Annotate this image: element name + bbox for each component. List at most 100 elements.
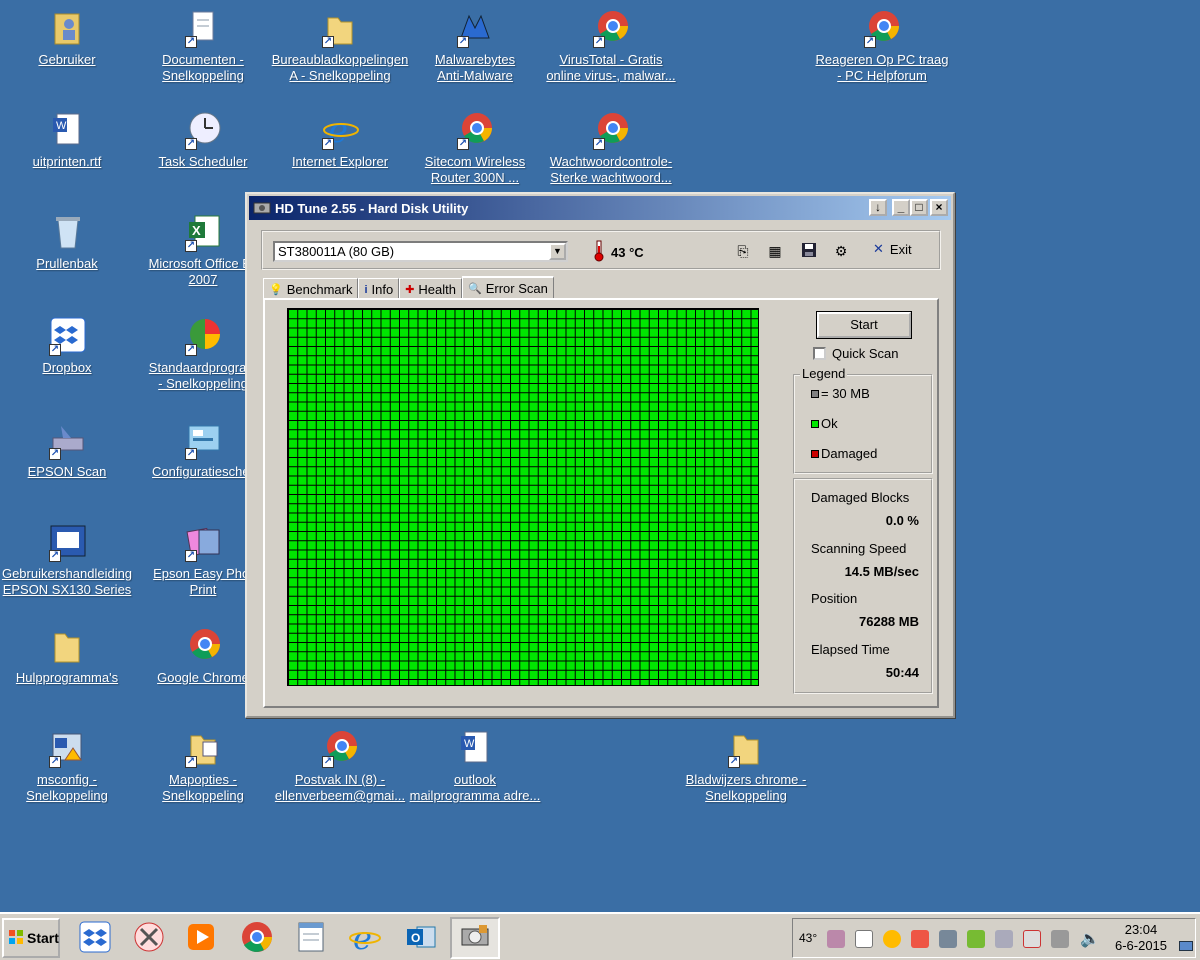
desktop-icon-mapopties[interactable]: ↗ Mapopties - Snelkoppeling [133, 728, 273, 804]
tray-nvidia-icon[interactable] [967, 930, 985, 948]
checkbox-box[interactable] [813, 347, 826, 360]
taskbar-snipping-tool[interactable] [124, 917, 174, 959]
legend-block-size: = 30 MB [811, 386, 870, 401]
dropbox-icon: ↗ [47, 316, 87, 356]
damaged-swatch [811, 449, 819, 458]
desktop-icon-task-scheduler[interactable]: ↗ Task Scheduler [133, 110, 273, 170]
desktop-icon-dropbox[interactable]: ↗ Dropbox [0, 316, 137, 376]
error-scan-panel: Start Quick Scan Legend = 30 MB Ok Damag… [263, 298, 939, 708]
desktop-icon-sitecom[interactable]: ↗ Sitecom Wireless Router 300N ... [405, 110, 545, 186]
quick-scan-label: Quick Scan [832, 346, 899, 361]
elapsed-time-value: 50:44 [885, 665, 919, 680]
tab-health[interactable]: ✚ Health [399, 278, 462, 298]
maximize-button[interactable]: □ [910, 199, 928, 216]
tab-label: Error Scan [485, 280, 548, 296]
speaker-icon[interactable]: 🔈 [1080, 929, 1100, 949]
tray-dropbox-icon[interactable] [995, 930, 1013, 948]
download-button[interactable]: ↓ [869, 199, 887, 216]
tray-app-icon[interactable] [827, 930, 845, 948]
desktop-icon-bureaubladkoppelingen[interactable]: ↗ Bureaubladkoppelingen A - Snelkoppelin… [270, 8, 410, 84]
desktop-icon-outlook[interactable]: W outlook mailprogramma adre... [405, 728, 545, 804]
tab-benchmark[interactable]: 💡 Benchmark [263, 278, 359, 298]
desktop-icon-documenten[interactable]: ↗ Documenten - Snelkoppeling [133, 8, 273, 84]
position-value: 76288 MB [859, 614, 919, 629]
exit-button[interactable]: ✕ Exit [873, 241, 912, 257]
scanning-speed-label: Scanning Speed [811, 541, 907, 556]
desktop-icon-wachtwoordcontrole[interactable]: ↗ Wachtwoordcontrole- Sterke wachtwoord.… [541, 110, 681, 186]
desktop-icon-gebruiker[interactable]: Gebruiker [0, 8, 137, 68]
taskbar-internet-explorer[interactable]: e [340, 917, 390, 959]
clock[interactable]: 23:04 6-6-2015 [1111, 922, 1171, 954]
tab-bar: 💡 Benchmark i Info ✚ Health 🔍 Error Scan [263, 276, 554, 298]
scanning-speed-value: 14.5 MB/sec [844, 564, 919, 579]
title-bar[interactable]: HD Tune 2.55 - Hard Disk Utility ↓ _ □ × [249, 196, 951, 220]
tray-hd-tune-icon[interactable] [939, 930, 957, 948]
desktop-icon-epson-scan[interactable]: ↗ EPSON Scan [0, 420, 137, 480]
legend-damaged-label: Damaged [821, 446, 878, 461]
desktop-icon-malwarebytes[interactable]: ↗ Malwarebytes Anti-Malware [405, 8, 545, 84]
temperature-display: 43 °C [593, 240, 644, 263]
copy-info-icon[interactable]: ⎘ [733, 242, 753, 260]
chrome-icon: ↗ [591, 110, 631, 150]
desktop-icon-prullenbak[interactable]: Prullenbak [0, 212, 137, 272]
tray-windows-icon[interactable] [855, 930, 873, 948]
legend-damaged: Damaged [811, 446, 877, 461]
desktop-icon-bladwijzers-chrome[interactable]: ↗ Bladwijzers chrome - Snelkoppeling [676, 728, 816, 804]
toolbar: ST380011A (80 GB) ▼ 43 °C ⎘ ▦ ⚙ ✕ Exit [261, 230, 941, 270]
word-document-icon: W [47, 110, 87, 150]
quick-scan-checkbox[interactable]: Quick Scan [813, 346, 898, 361]
desktop-icon-gebruikershandleiding[interactable]: ↗ Gebruikershandleiding EPSON SX130 Seri… [0, 522, 137, 598]
tab-info[interactable]: i Info [358, 278, 400, 298]
drive-select[interactable]: ST380011A (80 GB) ▼ [273, 241, 568, 262]
internet-explorer-icon: e ↗ [320, 110, 360, 151]
options-icon[interactable]: ⚙ [831, 242, 851, 260]
health-cross-icon: ✚ [405, 284, 415, 296]
desktop-icon-virustotal[interactable]: ↗ VirusTotal - Gratis online virus-, mal… [541, 8, 681, 84]
damaged-blocks-value: 0.0 % [885, 513, 919, 528]
hd-tune-icon [459, 921, 491, 956]
start-button[interactable]: Start [816, 311, 912, 339]
internet-explorer-icon: e [348, 919, 382, 957]
tab-label: Info [371, 282, 394, 297]
taskbar: Start e O 43° 🔈 23:04 6-6-2015 [0, 912, 1200, 960]
media-player-icon [185, 921, 217, 956]
desktop-icon-postvak-in[interactable]: ↗ Postvak IN (8) - ellenverbeem@gmai... [270, 728, 410, 804]
tray-warning-icon[interactable] [911, 930, 929, 948]
chevron-down-icon[interactable]: ▼ [549, 243, 566, 260]
default-programs-icon: ↗ [183, 316, 223, 356]
legend-block-label: = 30 MB [821, 386, 870, 401]
legend-group: Legend = 30 MB Ok Damaged [793, 366, 933, 474]
save-icon[interactable] [799, 242, 819, 260]
taskbar-media-player[interactable] [176, 917, 226, 959]
taskbar-dropbox[interactable] [70, 917, 120, 959]
taskbar-hd-tune[interactable] [450, 917, 500, 959]
recycle-bin-icon [47, 212, 87, 252]
taskbar-notepad[interactable] [286, 917, 336, 959]
desktop-icon-pc-helpforum[interactable]: ↗ Reageren Op PC traag - PC Helpforum [812, 8, 952, 84]
block-swatch [811, 389, 819, 398]
desktop-icon-uitprinten[interactable]: W uitprinten.rtf [0, 110, 137, 170]
scanner-icon: ↗ [47, 420, 87, 460]
folder-icon [47, 626, 87, 666]
tray-network-icon[interactable] [1051, 930, 1069, 948]
tray-action-center-icon[interactable] [1023, 930, 1041, 948]
lightbulb-icon: 💡 [269, 284, 283, 296]
taskbar-outlook[interactable]: O [396, 917, 446, 959]
hd-tune-window: HD Tune 2.55 - Hard Disk Utility ↓ _ □ ×… [245, 192, 955, 718]
svg-text:W: W [464, 738, 475, 750]
damaged-blocks-label: Damaged Blocks [811, 490, 910, 505]
clock-date: 6-6-2015 [1114, 938, 1168, 953]
error-scan-block-map [287, 308, 759, 686]
show-desktop-icon[interactable] [1179, 941, 1193, 951]
msconfig-icon: ↗ [47, 728, 87, 768]
desktop-icon-hulpprogrammas[interactable]: Hulpprogramma's [0, 626, 137, 686]
desktop-icon-internet-explorer[interactable]: e ↗ Internet Explorer [270, 110, 410, 170]
minimize-button[interactable]: _ [892, 199, 910, 216]
start-menu-button[interactable]: Start [2, 918, 60, 958]
copy-screenshot-icon[interactable]: ▦ [765, 242, 785, 260]
desktop-icon-msconfig[interactable]: ↗ msconfig - Snelkoppeling [0, 728, 137, 804]
tab-error-scan[interactable]: 🔍 Error Scan [462, 276, 554, 298]
close-button[interactable]: × [930, 199, 948, 216]
taskbar-chrome[interactable] [232, 917, 282, 959]
tray-norton-icon[interactable] [883, 930, 901, 948]
